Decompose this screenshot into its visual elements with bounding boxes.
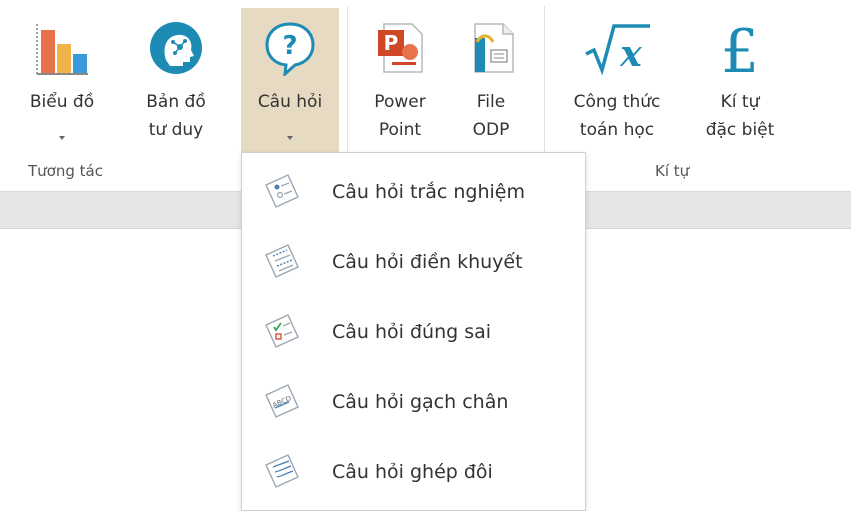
odp-file-button-label: File ODP [472,92,510,140]
svg-text:P: P [384,31,399,55]
menu-item-label: Câu hỏi gạch chân [332,391,509,413]
menu-item-matching[interactable]: Câu hỏi ghép đôi [242,439,585,507]
odp-file-button[interactable]: File ODP [455,8,527,152]
chevron-down-icon [287,136,293,140]
odp-file-icon [474,23,514,73]
menu-item-true-false[interactable]: Câu hỏi đúng sai [242,299,585,367]
menu-item-label: Câu hỏi ghép đôi [332,461,493,483]
chevron-down-icon [59,136,65,140]
mind-map-button-label: Bản đồ tư duy [146,92,206,140]
true-false-icon [265,314,299,348]
powerpoint-icon: P [378,23,423,73]
menu-item-underline[interactable]: ABCD Câu hỏi gạch chân [242,369,585,437]
svg-text:£: £ [721,20,759,76]
question-dropdown-menu: Câu hỏi trắc nghiệm Câu hỏi điền khuyết … [241,152,586,511]
powerpoint-button-label: Power Point [374,92,426,140]
math-formula-button-label: Công thức toán học [573,92,661,140]
chart-button-label: Biểu đồ [29,92,95,112]
menu-item-fill-blank[interactable]: Câu hỏi điền khuyết [242,229,585,297]
sqrt-x-icon: x [585,24,650,76]
menu-item-label: Câu hỏi trắc nghiệm [332,181,525,203]
powerpoint-button[interactable]: P Power Point [360,8,440,152]
question-button[interactable]: ? Câu hỏi [241,8,339,152]
menu-item-label: Câu hỏi đúng sai [332,321,492,343]
menu-item-label: Câu hỏi điền khuyết [332,251,523,273]
special-character-button[interactable]: £ Kí tự đặc biệt [690,8,790,152]
group-label-characters: Kí tự [655,162,690,180]
matching-icon [265,454,299,488]
chart-button[interactable]: Biểu đồ [26,8,98,152]
question-icon: ? [265,22,315,76]
underline-question-icon: ABCD [265,384,299,418]
group-label-interaction: Tương tác [28,162,103,180]
question-button-label: Câu hỏi [257,92,323,112]
bar-chart-icon [36,24,88,75]
multiple-choice-icon [265,174,299,208]
menu-item-multiple-choice[interactable]: Câu hỏi trắc nghiệm [242,159,585,227]
svg-text:?: ? [282,31,297,61]
pound-sign-icon: £ [721,20,759,76]
math-formula-button[interactable]: x Công thức toán học [556,8,678,152]
special-character-button-label: Kí tự đặc biệt [705,92,775,140]
fill-blank-icon [265,244,299,278]
svg-text:x: x [619,33,642,75]
mind-map-button[interactable]: Bản đồ tư duy [140,8,212,152]
mind-map-icon [150,22,202,74]
